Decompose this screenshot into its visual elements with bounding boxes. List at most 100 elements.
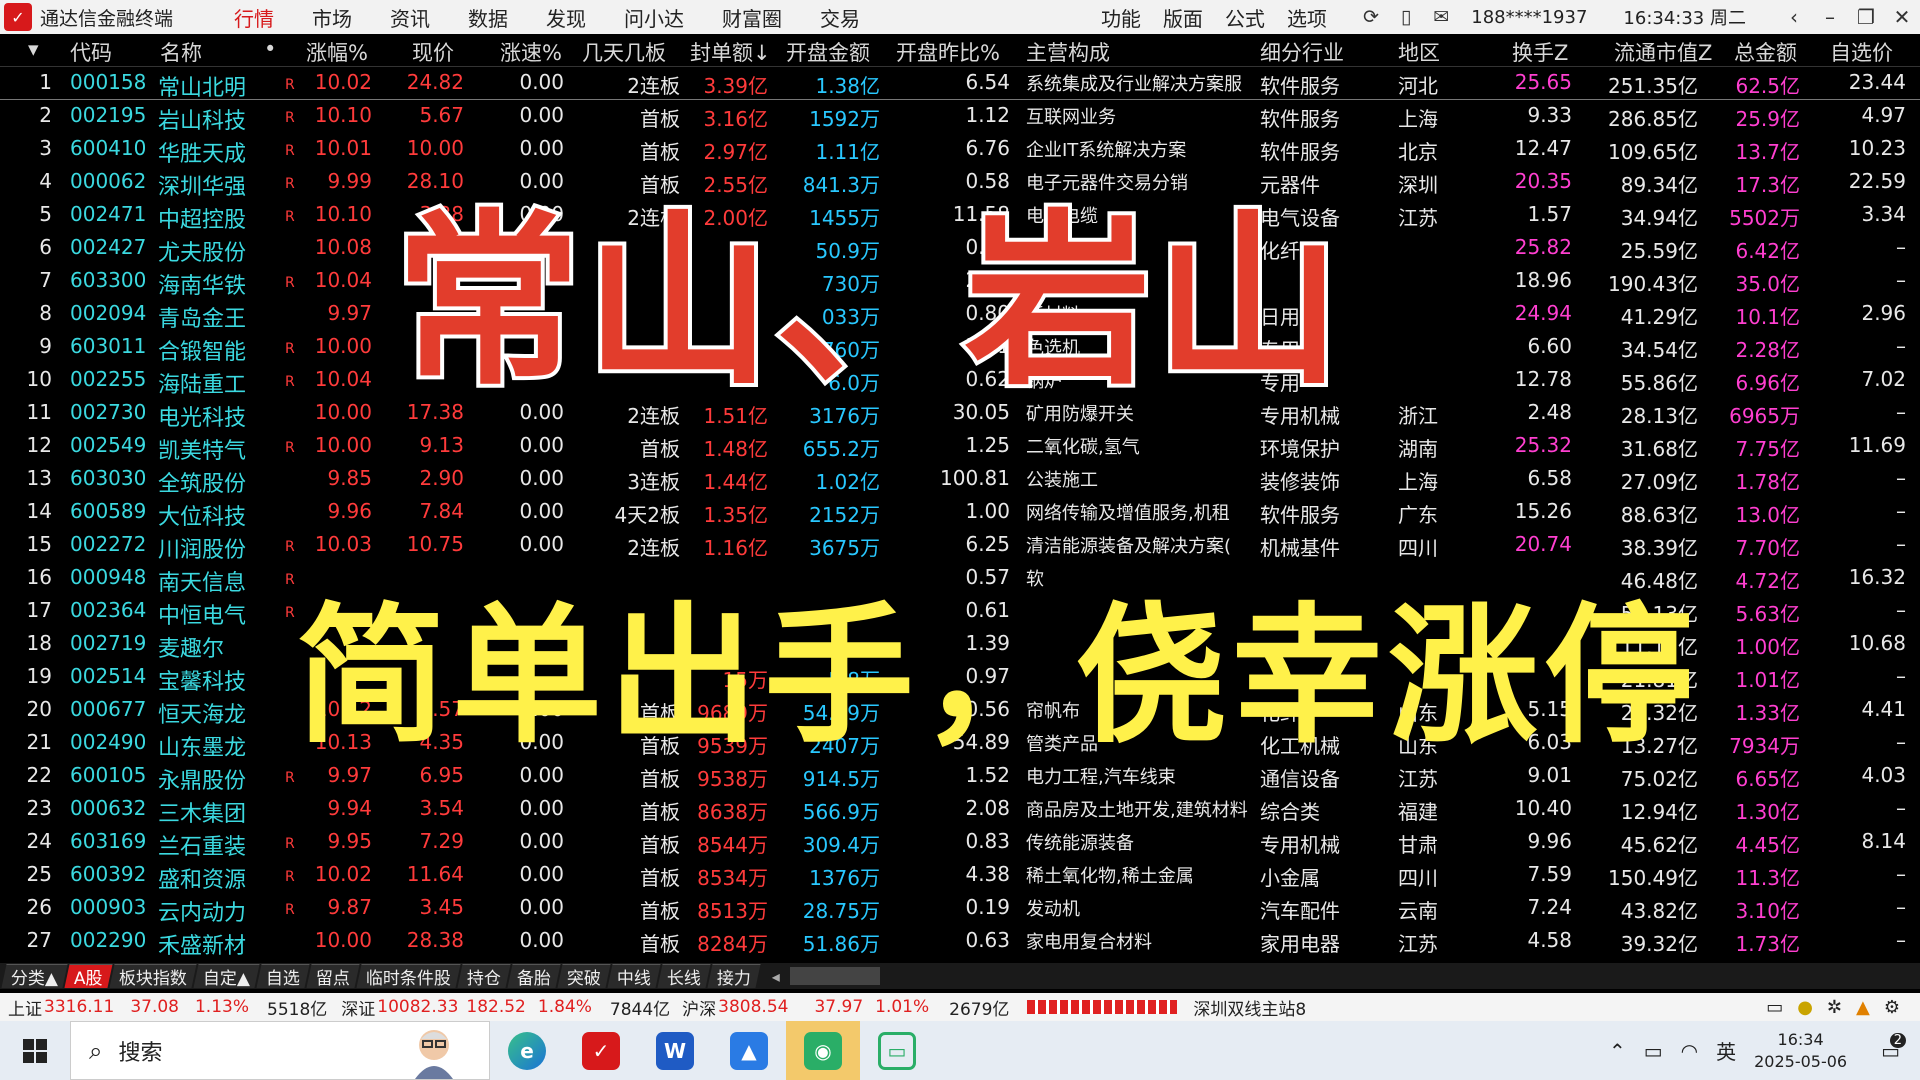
cell-chg: 10.01 — [314, 136, 372, 160]
cell-code: 002719 — [70, 631, 147, 655]
display-icon[interactable]: ▭ — [1644, 1039, 1663, 1063]
server-name[interactable]: 深圳双线主站8 — [1193, 995, 1306, 1020]
scrollbar[interactable] — [789, 967, 880, 985]
notification-icon[interactable]: ▭ 2 — [1881, 1032, 1906, 1063]
menu-item-7[interactable]: 交易 — [820, 3, 860, 32]
right-menu-item-1[interactable]: 版面 — [1163, 3, 1203, 32]
window-icon[interactable]: ▭ — [1766, 997, 1783, 1018]
tab-11[interactable]: 长线 — [657, 964, 711, 989]
column-header-11[interactable]: 地区 — [1398, 37, 1440, 67]
table-row[interactable]: 13 603030 全筑股份 9.85 2.90 0.00 3连板 1.44亿 1.02亿 100… — [0, 463, 1920, 497]
tab-6[interactable]: 临时条件股 — [356, 964, 461, 989]
menu-item-3[interactable]: 数据 — [468, 3, 508, 32]
gear-icon[interactable]: ✲ — [1827, 997, 1842, 1018]
table-row[interactable]: 23 000632 三木集团 9.94 3.54 0.00 首板 8638万 566.9万 2.0… — [0, 793, 1920, 827]
menu-item-0[interactable]: 行情 — [234, 3, 274, 32]
ime-indicator[interactable]: 英 — [1716, 1036, 1736, 1065]
minimize-button[interactable]: – — [1812, 5, 1848, 29]
cell-sel: – — [1896, 334, 1906, 358]
settings-icon[interactable]: ⚙ — [1884, 997, 1900, 1018]
column-header-14[interactable]: 总金额 — [1734, 37, 1797, 67]
tab-2[interactable]: 板块指数 — [109, 964, 197, 989]
cell-region: 广东 — [1398, 503, 1438, 527]
column-header-0[interactable]: 代码 — [70, 37, 112, 67]
column-header-4[interactable]: 涨速% — [500, 37, 562, 67]
cell-board: 首板 — [640, 866, 680, 890]
back-icon[interactable]: ‹ — [1776, 5, 1812, 29]
tab-12[interactable]: 接力 — [707, 964, 761, 989]
header-marker-0[interactable]: ▾ — [28, 37, 39, 61]
photos-app[interactable]: ▲ — [712, 1021, 786, 1080]
sz-label: 深证 — [341, 999, 376, 1020]
column-header-15[interactable]: 自选价 — [1830, 37, 1893, 67]
phone-icon[interactable]: ▯ — [1401, 6, 1411, 28]
table-row[interactable]: 26 000903 云内动力 R 9.87 3.45 0.00 首板 8513万 28.75万 0.… — [0, 892, 1920, 926]
tab-8[interactable]: 备胎 — [507, 964, 561, 989]
tab-10[interactable]: 中线 — [607, 964, 661, 989]
column-header-6[interactable]: 封单额↓ — [690, 37, 771, 67]
chevron-up-icon[interactable]: ⌃ — [1609, 1039, 1626, 1063]
column-header-5[interactable]: 几天几板 — [582, 37, 666, 67]
table-header: ▾ 代码 名称 • 涨幅% 现价 涨速% 几天几板 封单额↓ 开盘金额 开盘昨比% 主营构成 细分行业 地… — [0, 34, 1920, 67]
cell-n: 27 — [26, 928, 52, 952]
right-menu-item-2[interactable]: 公式 — [1225, 3, 1265, 32]
screen-app[interactable]: ▭ — [860, 1021, 934, 1080]
alert-icon[interactable]: ▲ — [1856, 997, 1870, 1018]
right-menu-item-3[interactable]: 选项 — [1287, 3, 1327, 32]
wifi-icon[interactable]: ◠ — [1681, 1039, 1698, 1063]
scroll-left-icon[interactable]: ◂ — [772, 967, 780, 986]
column-header-9[interactable]: 主营构成 — [1026, 37, 1110, 67]
cell-turn: 18.96 — [1514, 268, 1572, 292]
tab-5[interactable]: 留点 — [306, 964, 360, 989]
word-app[interactable]: W — [638, 1021, 712, 1080]
column-header-13[interactable]: 流通市值Z — [1614, 37, 1712, 67]
table-row[interactable]: 24 603169 兰石重装 R 9.95 7.29 0.00 首板 8544万 309.4万 0.… — [0, 826, 1920, 860]
header-marker-3[interactable]: • — [264, 37, 276, 61]
edge-app[interactable]: e — [490, 1021, 564, 1080]
right-menu-item-0[interactable]: 功能 — [1101, 3, 1141, 32]
hs-value: 3808.54 — [718, 997, 789, 1017]
column-header-2[interactable]: 涨幅% — [306, 37, 368, 67]
column-header-3[interactable]: 现价 — [412, 37, 454, 67]
table-row[interactable]: 12 002549 凯美特气 R 10.00 9.13 0.00 首板 1.48亿 655.2万 1… — [0, 430, 1920, 464]
cell-n: 25 — [26, 862, 52, 886]
table-row[interactable]: 2 002195 岩山科技 R 10.10 5.67 0.00 首板 3.16亿 1592万 1.1… — [0, 100, 1920, 134]
tab-3[interactable]: 自定▲ — [193, 964, 260, 989]
column-header-8[interactable]: 开盘昨比% — [896, 37, 1000, 67]
menu-item-1[interactable]: 市场 — [312, 3, 352, 32]
tab-label: 自选 — [265, 969, 300, 989]
column-header-1[interactable]: 名称 — [160, 37, 202, 67]
cell-amt: 2.28亿 — [1735, 338, 1800, 362]
table-row[interactable]: 1 000158 常山北明 R 10.02 24.82 0.00 2连板 3.39亿 1.38亿 6… — [0, 67, 1920, 101]
cell-spd: 0.00 — [519, 928, 564, 952]
lock-icon[interactable]: ● — [1797, 997, 1813, 1018]
restore-button[interactable]: ❐ — [1848, 5, 1884, 29]
menu-item-2[interactable]: 资讯 — [390, 3, 430, 32]
tab-7[interactable]: 持仓 — [457, 964, 511, 989]
tab-0[interactable]: 分类▲ — [1, 964, 68, 989]
wechat-app[interactable]: ◉ — [786, 1021, 860, 1080]
cell-ratio: 6.25 — [965, 532, 1010, 556]
column-header-10[interactable]: 细分行业 — [1260, 37, 1344, 67]
table-row[interactable]: 25 600392 盛和资源 R 10.02 11.64 0.00 首板 8534万 1376万 4… — [0, 859, 1920, 893]
column-header-12[interactable]: 换手Z — [1512, 37, 1568, 67]
tdx-app[interactable]: ✓ — [564, 1021, 638, 1080]
table-row[interactable]: 27 002290 禾盛新材 10.00 28.38 0.00 首板 8284万 51.86万 0… — [0, 925, 1920, 959]
menu-item-6[interactable]: 财富圈 — [722, 3, 782, 32]
table-row[interactable]: 14 600589 大位科技 9.96 7.84 0.00 4天2板 1.35亿 2152万 1.… — [0, 496, 1920, 530]
close-button[interactable]: ✕ — [1884, 5, 1920, 29]
taskbar-search[interactable]: ⌕ 搜索 — [70, 1021, 490, 1080]
mail-icon[interactable]: ✉ — [1433, 6, 1449, 28]
cell-amt: 3.10亿 — [1735, 899, 1800, 923]
tab-1[interactable]: A股 — [64, 964, 113, 989]
menu-item-4[interactable]: 发现 — [546, 3, 586, 32]
user-account[interactable]: 188****1937 — [1471, 7, 1587, 28]
tab-9[interactable]: 突破 — [557, 964, 611, 989]
cell-board: 首板 — [640, 107, 680, 131]
column-header-7[interactable]: 开盘金额 — [786, 37, 870, 67]
menu-item-5[interactable]: 问小达 — [624, 3, 684, 32]
refresh-icon[interactable]: ⟳ — [1363, 6, 1379, 28]
taskbar-clock[interactable]: 16:34 2025-05-06 — [1754, 1029, 1847, 1073]
start-button[interactable] — [0, 1038, 70, 1063]
tab-4[interactable]: 自选 — [256, 964, 310, 989]
